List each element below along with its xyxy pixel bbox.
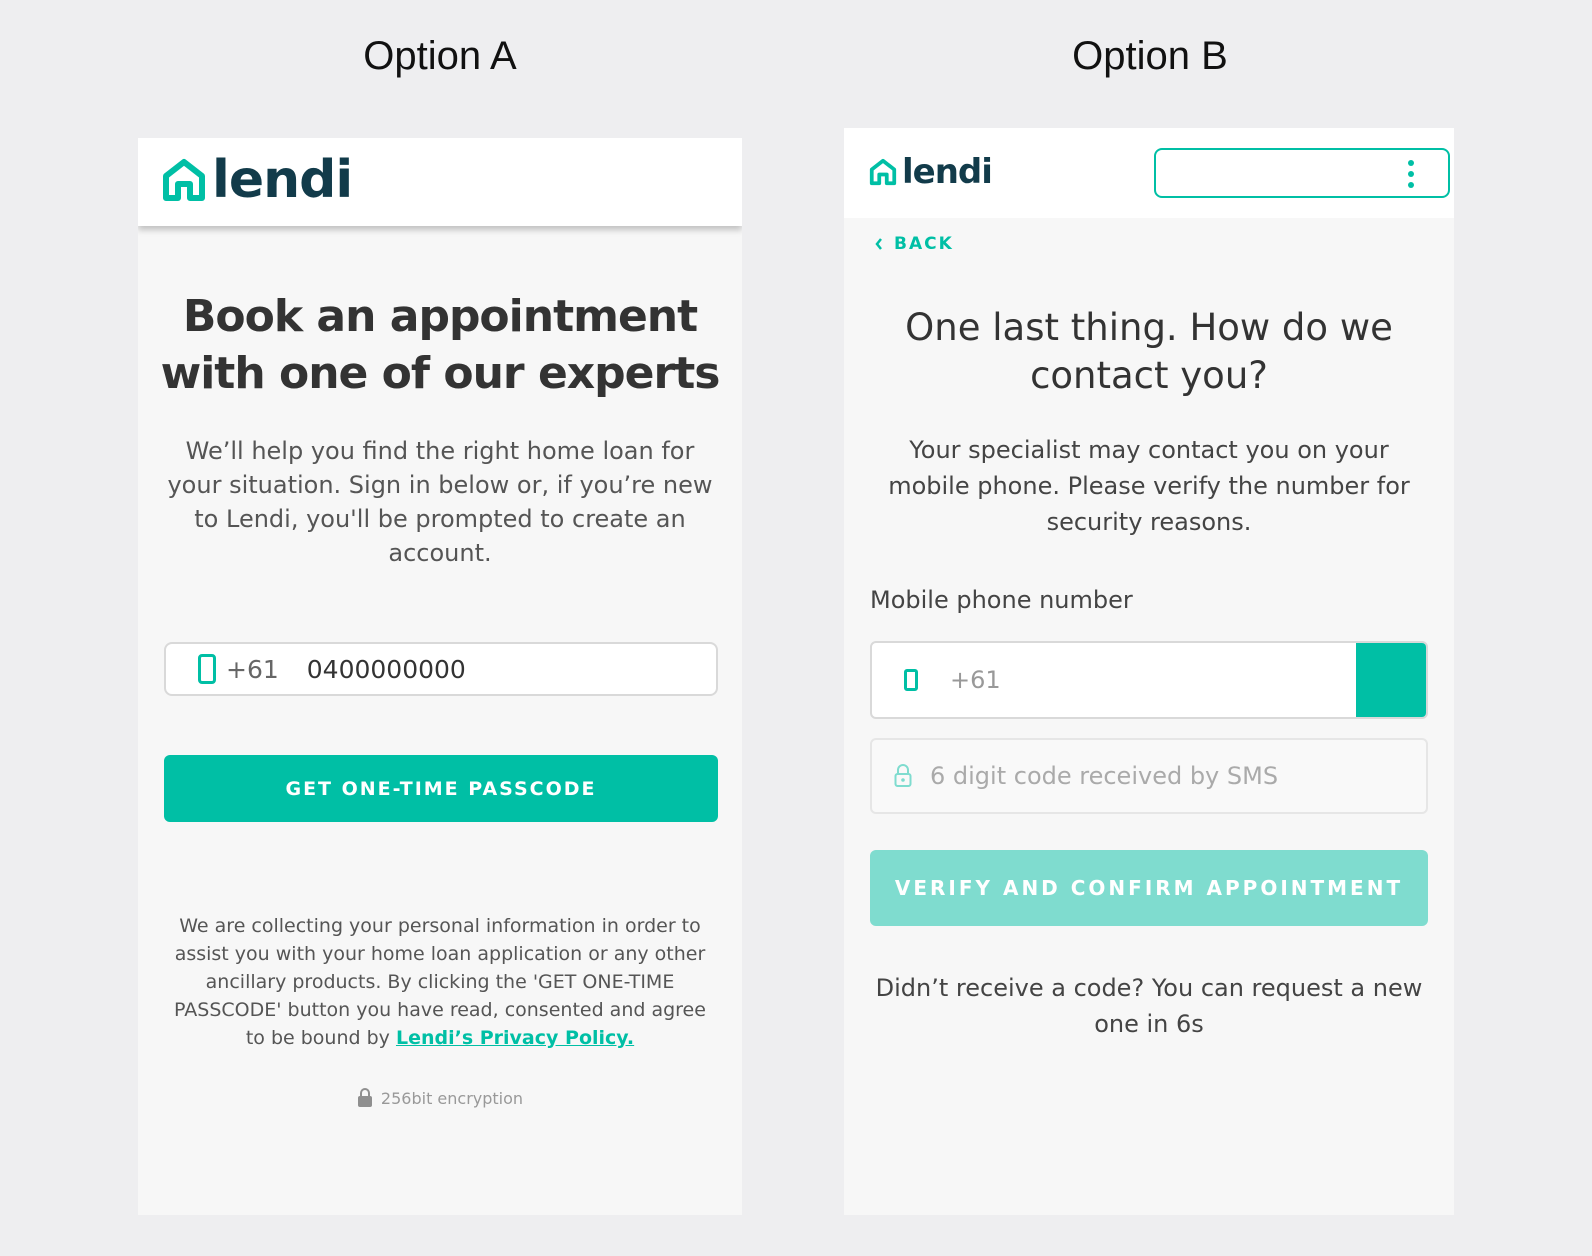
back-label: BACK — [894, 234, 954, 254]
sms-code-input[interactable]: 6 digit code received by SMS — [870, 738, 1428, 814]
phone-icon — [904, 669, 918, 691]
privacy-policy-link[interactable]: Lendi’s Privacy Policy. — [396, 1027, 634, 1049]
kebab-menu-icon[interactable] — [1408, 160, 1414, 188]
get-passcode-button[interactable]: GET ONE-TIME PASSCODE — [164, 755, 718, 822]
back-link[interactable]: BACK — [874, 234, 954, 254]
country-code: +61 — [226, 654, 279, 684]
phone-input[interactable]: +61 0400000000 — [164, 642, 718, 696]
verify-confirm-button[interactable]: VERIFY AND CONFIRM APPOINTMENT — [870, 850, 1428, 926]
option-b-title: Option B — [1072, 34, 1228, 78]
option-a-screen: lendi Book an appointment with one of ou… — [138, 138, 742, 1215]
home-icon — [869, 158, 897, 186]
option-b-screen: lendi BACK One last thing. How do we con… — [844, 128, 1454, 1215]
logo-text: lendi — [902, 152, 993, 192]
page-title: Book an appointment with one of our expe… — [160, 291, 721, 399]
lendi-logo[interactable]: lendi — [160, 150, 353, 210]
page-title: One last thing. How do we contact you? — [905, 306, 1393, 397]
encryption-label: 256bit encryption — [380, 1088, 524, 1108]
phone-number-value[interactable]: 0400000000 — [307, 655, 466, 684]
home-icon — [163, 159, 205, 201]
sms-code-placeholder: 6 digit code received by SMS — [930, 762, 1279, 790]
phone-icon — [198, 654, 216, 684]
menu-button[interactable] — [1154, 148, 1450, 198]
consent-text: We are collecting your personal informat… — [166, 912, 714, 1052]
header: lendi — [844, 128, 1454, 218]
encryption-note: 256bit encryption — [138, 1088, 742, 1108]
resend-code-text: Didn’t receive a code? You can request a… — [875, 974, 1423, 1038]
header: lendi — [138, 138, 742, 226]
lock-icon — [357, 1088, 372, 1107]
mobile-label: Mobile phone number — [870, 586, 1133, 614]
option-a-title: Option A — [363, 34, 517, 78]
logo-text: lendi — [212, 150, 353, 210]
country-code: +61 — [950, 666, 1001, 694]
phone-submit-button[interactable] — [1356, 643, 1426, 717]
chevron-left-icon — [875, 238, 882, 250]
page-description: Your specialist may contact you on your … — [888, 436, 1410, 536]
lock-icon — [894, 764, 912, 787]
page-description: We’ll help you find the right home loan … — [167, 437, 713, 567]
lendi-logo[interactable]: lendi — [868, 152, 993, 192]
mobile-phone-field[interactable]: +61 — [870, 641, 1428, 719]
